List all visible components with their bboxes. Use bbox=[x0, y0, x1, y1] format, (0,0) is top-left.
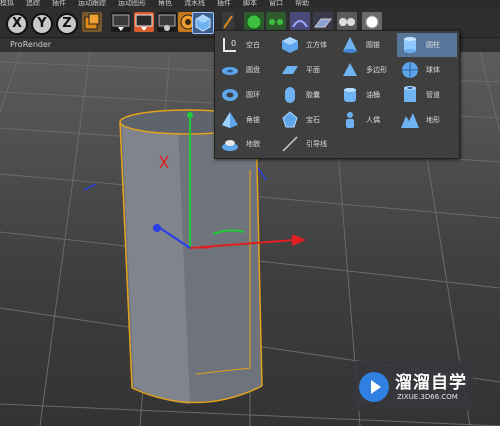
light-icon[interactable] bbox=[362, 12, 382, 32]
menu-item-capsule[interactable]: 胶囊 bbox=[277, 83, 337, 107]
menu-item-platonic[interactable]: 宝石 bbox=[277, 108, 337, 132]
z-axis-lock-button[interactable]: Z bbox=[56, 13, 78, 35]
edit-render-settings-icon[interactable] bbox=[157, 12, 177, 32]
menu-item-torus[interactable]: 圆环 bbox=[217, 83, 277, 107]
cylinder-icon bbox=[404, 37, 416, 53]
pyramid-icon bbox=[222, 112, 238, 128]
array-icon[interactable] bbox=[266, 12, 286, 32]
menu-item-polygon[interactable]: 多边形 bbox=[337, 58, 397, 82]
menu-item-cylinder[interactable]: 圆柱 bbox=[397, 33, 457, 57]
cone-icon bbox=[343, 37, 357, 53]
menu-item-plane[interactable]: 平面 bbox=[277, 58, 337, 82]
deformer-icon[interactable] bbox=[290, 12, 310, 32]
watermark-url: ZIXUE.3D66.COM bbox=[397, 393, 458, 401]
menu-item-guide[interactable]: 引导线 bbox=[277, 132, 337, 156]
svg-text:0: 0 bbox=[231, 39, 236, 48]
menu-item[interactable]: 模拟 bbox=[0, 0, 14, 7]
sphere-icon bbox=[402, 62, 418, 78]
primitive-object-menu: 0 空白 立方体 圆锥 圆柱 圆盘 平面 多边形 球体 圆环 胶囊 油桶 管道 … bbox=[214, 30, 460, 159]
menu-item-cone[interactable]: 圆锥 bbox=[337, 33, 397, 57]
null-object-icon: 0 bbox=[223, 38, 236, 52]
menu-item-figure[interactable]: 人偶 bbox=[337, 108, 397, 132]
menu-item[interactable]: 帮助 bbox=[295, 0, 309, 7]
figure-icon bbox=[346, 112, 354, 128]
menu-item-cube[interactable]: 立方体 bbox=[277, 33, 337, 57]
torus-icon bbox=[222, 89, 238, 101]
menu-item[interactable]: 流水线 bbox=[184, 0, 205, 7]
menu-item[interactable]: 角色 bbox=[158, 0, 172, 7]
relief-icon bbox=[222, 140, 238, 151]
menu-item-sphere[interactable]: 球体 bbox=[397, 58, 457, 82]
prorender-tab[interactable]: ProRender bbox=[10, 40, 51, 49]
oil-tank-icon bbox=[344, 88, 356, 102]
render-picture-viewer-icon[interactable] bbox=[134, 12, 154, 32]
menu-item[interactable]: 窗口 bbox=[269, 0, 283, 7]
menu-item-tube[interactable]: 管道 bbox=[397, 83, 457, 107]
watermark-title: 溜溜自学 bbox=[395, 373, 467, 393]
menu-item[interactable]: 插件 bbox=[217, 0, 231, 7]
menu-item-disc[interactable]: 圆盘 bbox=[217, 58, 277, 82]
camera-icon[interactable] bbox=[337, 12, 357, 32]
menu-item-pyramid[interactable]: 角锥 bbox=[217, 108, 277, 132]
polygon-icon bbox=[343, 63, 357, 76]
x-axis-lock-button[interactable]: X bbox=[6, 13, 28, 35]
disc-icon bbox=[222, 67, 238, 75]
landscape-icon bbox=[401, 113, 419, 128]
menu-item-landscape[interactable]: 地形 bbox=[397, 108, 457, 132]
menu-item-relief[interactable]: 地貌 bbox=[217, 132, 277, 156]
floor-icon[interactable] bbox=[313, 12, 333, 32]
coordinate-system-icon[interactable] bbox=[82, 12, 102, 32]
tube-icon bbox=[404, 86, 416, 102]
pen-icon[interactable] bbox=[222, 12, 234, 32]
watermark-logo-icon bbox=[359, 372, 389, 402]
guide-icon bbox=[282, 136, 298, 152]
cube-object-icon[interactable] bbox=[192, 12, 214, 34]
menu-item[interactable]: 运动图形 bbox=[118, 0, 146, 7]
menu-item[interactable]: 插件 bbox=[52, 0, 66, 7]
cube-icon bbox=[282, 37, 298, 53]
menu-item[interactable]: 脚本 bbox=[243, 0, 257, 7]
menu-item-null[interactable]: 0 空白 bbox=[217, 33, 277, 57]
plane-icon bbox=[282, 66, 298, 74]
menu-item[interactable]: 追踪 bbox=[26, 0, 40, 7]
menu-bar: 模拟 追踪 插件 运动跟踪 运动图形 角色 流水线 插件 脚本 窗口 帮助 bbox=[0, 0, 500, 7]
menu-item[interactable]: 运动跟踪 bbox=[78, 0, 106, 7]
y-axis-lock-button[interactable]: Y bbox=[31, 13, 53, 35]
subdivision-icon[interactable] bbox=[244, 12, 264, 32]
watermark: 溜溜自学 ZIXUE.3D66.COM bbox=[351, 361, 473, 411]
capsule-icon bbox=[285, 87, 295, 103]
render-view-icon[interactable] bbox=[111, 12, 131, 32]
platonic-icon bbox=[282, 111, 298, 128]
menu-item-oil-tank[interactable]: 油桶 bbox=[337, 83, 397, 107]
